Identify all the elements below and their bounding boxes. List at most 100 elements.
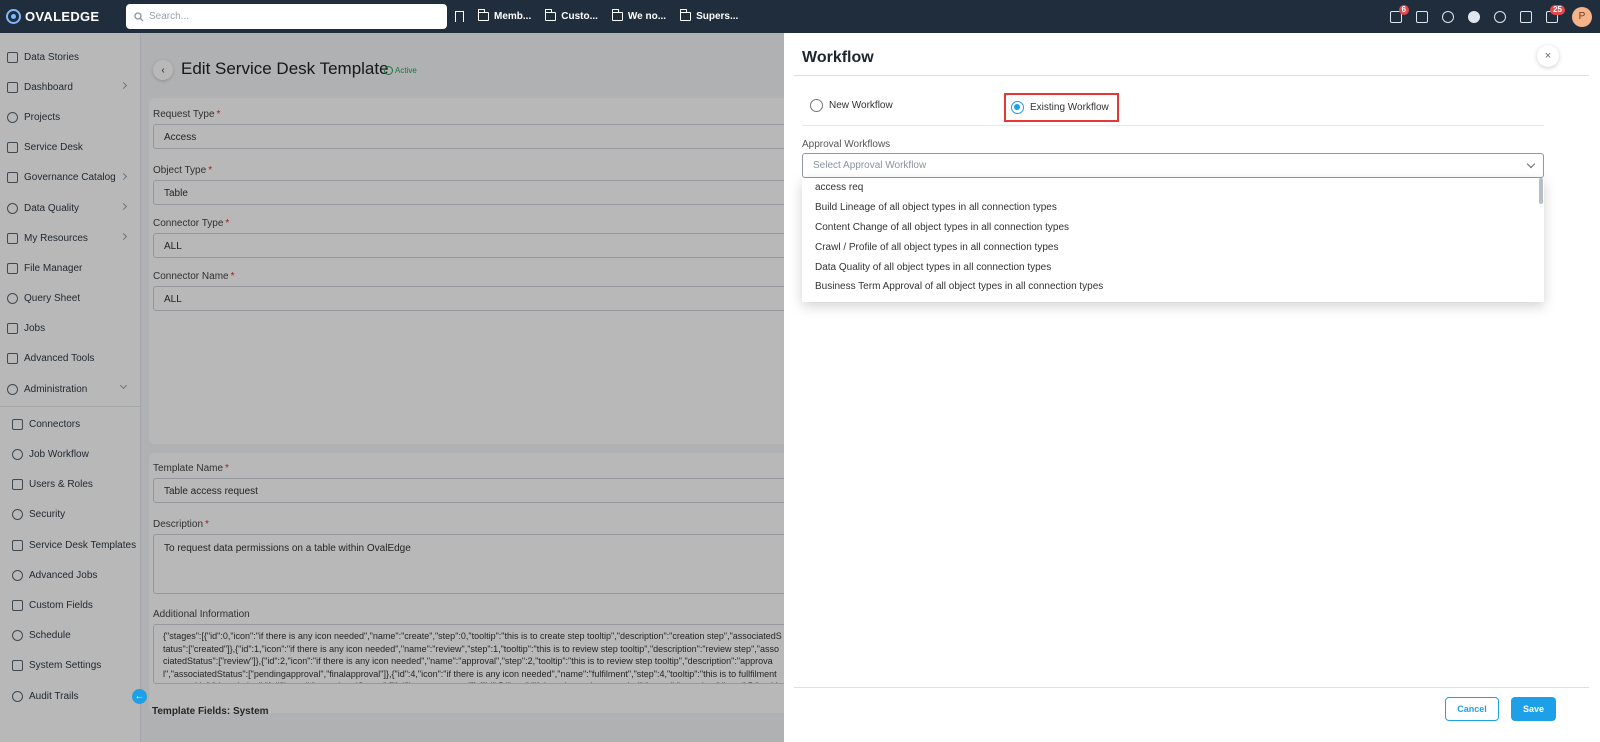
ovaledge-logo-icon bbox=[6, 9, 21, 24]
existing-workflow-label: Existing Workflow bbox=[1030, 102, 1109, 113]
workflow-option[interactable]: Data Quality of all object types in all … bbox=[802, 257, 1544, 277]
sidebar-item-jobs[interactable]: Jobs bbox=[0, 314, 140, 344]
chrome-icon[interactable] bbox=[1468, 10, 1480, 23]
sidebar-item-label: Schedule bbox=[29, 630, 71, 642]
folder-icon bbox=[7, 262, 18, 274]
object-type-field[interactable]: Table bbox=[153, 180, 784, 205]
existing-workflow-option[interactable]: Existing Workflow bbox=[1004, 93, 1119, 122]
workflow-option[interactable]: Crawl / Profile of all object types in a… bbox=[802, 237, 1544, 257]
bookmark-folder-1[interactable]: Memb... bbox=[478, 9, 532, 22]
sidebar-item-label: Users & Roles bbox=[29, 479, 93, 491]
save-button[interactable]: Save bbox=[1511, 697, 1556, 721]
additional-info-textarea[interactable]: {"stages":[{"id":0,"icon":"if there is a… bbox=[153, 624, 784, 684]
sidebar-item-service-desk[interactable]: Service Desk bbox=[0, 133, 140, 163]
new-workflow-option[interactable]: New Workflow bbox=[810, 99, 893, 112]
sidebar-item-custom-fields[interactable]: Custom Fields bbox=[0, 590, 140, 620]
sidebar-item-dashboard[interactable]: Dashboard bbox=[0, 72, 140, 102]
sidebar-item-label: Query Sheet bbox=[24, 293, 81, 305]
top-bar: OVALEDGE Memb... Custo... We no... Super… bbox=[0, 0, 1600, 33]
sidebar-item-system-settings[interactable]: System Settings bbox=[0, 651, 140, 681]
info-icon[interactable] bbox=[1442, 10, 1454, 23]
sidebar-item-audit-trails[interactable]: Audit Trails bbox=[0, 681, 140, 711]
workflow-option[interactable]: Business Term Approval of all object typ… bbox=[802, 277, 1544, 297]
bookmark-folder-2[interactable]: Custo... bbox=[545, 9, 598, 22]
expand-icon[interactable] bbox=[1520, 10, 1532, 23]
workflow-option[interactable]: Content Change of all object types in al… bbox=[802, 218, 1544, 238]
bookmark-bar: Memb... Custo... We no... Supers... bbox=[455, 9, 738, 22]
sidebar-item-label: Connectors bbox=[29, 418, 81, 430]
sidebar-item-administration[interactable]: Administration bbox=[0, 374, 140, 404]
connectors-icon bbox=[12, 418, 23, 430]
sidebar-item-schedule[interactable]: Schedule bbox=[0, 621, 140, 651]
topbar-actions: 6 25 P bbox=[1390, 0, 1592, 33]
request-type-field[interactable]: Access bbox=[153, 124, 784, 149]
sidebar-item-security[interactable]: Security bbox=[0, 500, 140, 530]
sidebar-item-connectors[interactable]: Connectors bbox=[0, 409, 140, 439]
sidebar-item-users-roles[interactable]: Users & Roles bbox=[0, 470, 140, 500]
request-config-card bbox=[149, 98, 784, 444]
sidebar-item-label: Job Workflow bbox=[29, 449, 89, 461]
help-icon[interactable] bbox=[1494, 10, 1506, 23]
template-icon bbox=[12, 539, 23, 551]
avatar[interactable]: P bbox=[1572, 6, 1592, 27]
folder-icon bbox=[545, 9, 557, 21]
close-drawer-button[interactable]: × bbox=[1537, 45, 1559, 67]
hourglass-icon bbox=[12, 690, 23, 702]
existing-workflow-radio[interactable] bbox=[1011, 101, 1024, 114]
sidebar-item-projects[interactable]: Projects bbox=[0, 102, 140, 132]
template-name-input[interactable]: Table access request bbox=[153, 478, 784, 503]
sidebar-item-job-workflow[interactable]: Job Workflow bbox=[0, 439, 140, 469]
sidebar-item-advanced-jobs[interactable]: Advanced Jobs bbox=[0, 560, 140, 590]
dropdown-scrollbar[interactable] bbox=[1539, 178, 1543, 204]
sidebar-item-service-desk-templates[interactable]: Service Desk Templates bbox=[0, 530, 140, 560]
sidebar-item-query-sheet[interactable]: Query Sheet bbox=[0, 284, 140, 314]
search-icon bbox=[134, 11, 144, 21]
sidebar-item-data-quality[interactable]: Data Quality bbox=[0, 193, 140, 223]
chevron-right-icon bbox=[119, 202, 128, 210]
bookmark-icon[interactable] bbox=[455, 11, 464, 22]
connector-type-field[interactable]: ALL bbox=[153, 233, 784, 258]
sidebar-item-advanced-tools[interactable]: Advanced Tools bbox=[0, 344, 140, 374]
bookmark-label: Memb... bbox=[494, 11, 532, 22]
users-icon bbox=[12, 479, 23, 491]
tools-icon bbox=[7, 353, 18, 365]
inbox-icon[interactable]: 25 bbox=[1546, 4, 1565, 23]
tasks-badge: 6 bbox=[1398, 4, 1409, 15]
sidebar-item-file-manager[interactable]: File Manager bbox=[0, 253, 140, 283]
jobs-icon bbox=[7, 323, 18, 335]
connector-name-label: Connector Name * bbox=[153, 271, 235, 282]
admin-icon bbox=[7, 383, 18, 395]
bookmark-folder-4[interactable]: Supers... bbox=[680, 9, 738, 22]
chevron-right-icon bbox=[119, 233, 128, 241]
lock-icon bbox=[12, 509, 23, 521]
collapse-sidebar-button[interactable]: ← bbox=[132, 689, 147, 704]
chevron-left-icon: ‹ bbox=[161, 64, 165, 76]
hand-icon[interactable] bbox=[1416, 10, 1428, 23]
bookmark-folder-3[interactable]: We no... bbox=[611, 9, 666, 22]
search-input[interactable] bbox=[149, 11, 429, 22]
description-textarea[interactable]: To request data permissions on a table w… bbox=[153, 534, 784, 594]
tasks-icon[interactable]: 6 bbox=[1390, 4, 1409, 23]
status-badge: Active bbox=[384, 66, 417, 75]
template-name-label: Template Name * bbox=[153, 463, 229, 474]
approval-workflow-select[interactable]: Select Approval Workflow bbox=[802, 153, 1544, 178]
service-desk-icon bbox=[7, 142, 18, 154]
search-box[interactable] bbox=[126, 4, 447, 29]
close-icon: × bbox=[1544, 50, 1552, 62]
back-button[interactable]: ‹ bbox=[153, 60, 173, 80]
sidebar-item-data-stories[interactable]: Data Stories bbox=[0, 42, 140, 72]
sidebar-item-my-resources[interactable]: My Resources bbox=[0, 223, 140, 253]
data-quality-icon bbox=[7, 202, 18, 214]
sidebar-item-label: Data Stories bbox=[24, 51, 80, 63]
cancel-button[interactable]: Cancel bbox=[1445, 697, 1499, 721]
sidebar-item-label: System Settings bbox=[29, 660, 102, 672]
footer-divider bbox=[794, 687, 1589, 688]
connector-name-field[interactable]: ALL bbox=[153, 286, 784, 311]
new-workflow-radio[interactable] bbox=[810, 99, 823, 112]
sidebar-item-label: Dashboard bbox=[24, 81, 73, 93]
sidebar-item-governance-catalog[interactable]: Governance Catalog bbox=[0, 163, 140, 193]
chevron-down-icon bbox=[1526, 159, 1536, 169]
app-logo[interactable]: OVALEDGE bbox=[0, 9, 124, 24]
workflow-option[interactable]: access req bbox=[802, 178, 1544, 198]
workflow-option[interactable]: Build Lineage of all object types in all… bbox=[802, 198, 1544, 218]
